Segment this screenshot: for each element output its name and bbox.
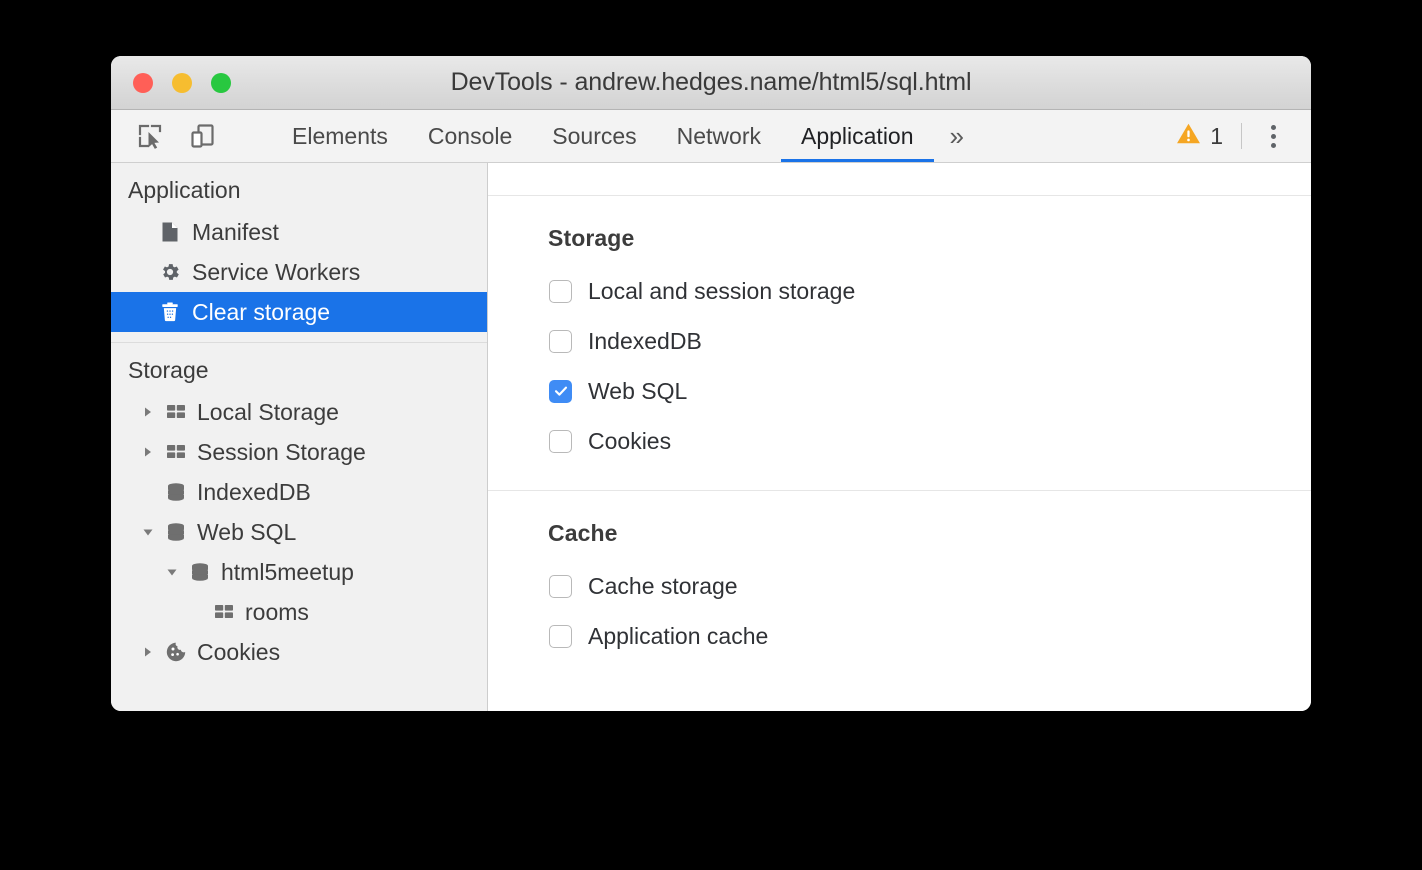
warning-indicator[interactable]: 1 — [1176, 121, 1241, 151]
tab-label: Network — [677, 123, 761, 150]
checkbox[interactable] — [549, 280, 572, 303]
warning-count: 1 — [1210, 123, 1223, 150]
toolbar-icon-group — [111, 110, 272, 162]
tree-item-label: Local Storage — [197, 399, 339, 426]
sidebar-item-label: Service Workers — [192, 259, 360, 286]
trash-icon — [159, 301, 181, 323]
kebab-dot — [1271, 134, 1276, 139]
chevron-right-icon[interactable] — [141, 445, 155, 459]
tabs-overflow-button[interactable]: » — [934, 110, 980, 162]
checkbox[interactable] — [549, 380, 572, 403]
tree-item-label: html5meetup — [221, 559, 354, 586]
checkbox[interactable] — [549, 330, 572, 353]
manifest-document-icon — [159, 221, 181, 243]
checkbox-label: Cache storage — [588, 573, 738, 600]
panel-toolbar — [488, 163, 1311, 196]
tab-console[interactable]: Console — [408, 110, 532, 162]
checkbox-row-cookies[interactable]: Cookies — [488, 416, 1311, 466]
close-button[interactable] — [133, 73, 153, 93]
storage-section: Storage Local and session storage Indexe… — [488, 196, 1311, 490]
tab-application[interactable]: Application — [781, 110, 934, 162]
cookie-icon — [165, 641, 187, 663]
kebab-menu-icon[interactable] — [1253, 116, 1293, 156]
tree-item-label: Session Storage — [197, 439, 366, 466]
tree-item-local-storage[interactable]: Local Storage — [111, 392, 487, 432]
sidebar-item-label: Manifest — [192, 219, 279, 246]
chevron-double-right-icon: » — [950, 121, 964, 152]
devtools-tabbar: Elements Console Sources Network Applica… — [111, 110, 1311, 163]
checkbox[interactable] — [549, 430, 572, 453]
table-icon — [165, 441, 187, 463]
traffic-lights — [133, 73, 231, 93]
chevron-down-icon[interactable] — [165, 565, 179, 579]
sidebar-section-storage-title: Storage — [111, 343, 487, 392]
kebab-dot — [1271, 143, 1276, 148]
checkbox-row-local-and-session-storage[interactable]: Local and session storage — [488, 266, 1311, 316]
checkbox-row-indexeddb[interactable]: IndexedDB — [488, 316, 1311, 366]
checkbox[interactable] — [549, 625, 572, 648]
database-icon — [165, 481, 187, 503]
application-sidebar: Application Manifest Service Workers — [111, 163, 488, 711]
clear-storage-panel: Storage Local and session storage Indexe… — [488, 163, 1311, 711]
chevron-down-icon[interactable] — [141, 525, 155, 539]
inspect-element-icon[interactable] — [133, 119, 167, 153]
tab-label: Sources — [552, 123, 636, 150]
gear-icon — [159, 261, 181, 283]
device-toolbar-icon[interactable] — [186, 119, 220, 153]
section-heading: Storage — [488, 225, 1311, 252]
tab-elements[interactable]: Elements — [272, 110, 408, 162]
minimize-button[interactable] — [172, 73, 192, 93]
tab-label: Application — [801, 123, 914, 150]
chevron-right-icon[interactable] — [141, 405, 155, 419]
warning-triangle-icon — [1176, 121, 1201, 151]
tree-item-label: rooms — [245, 599, 309, 626]
checkbox-row-application-cache[interactable]: Application cache — [488, 611, 1311, 661]
tree-item-session-storage[interactable]: Session Storage — [111, 432, 487, 472]
tab-network[interactable]: Network — [657, 110, 781, 162]
tree-item-label: Web SQL — [197, 519, 296, 546]
tree-item-label: Cookies — [197, 639, 280, 666]
tab-sources[interactable]: Sources — [532, 110, 656, 162]
table-icon — [213, 601, 235, 623]
tree-item-html5meetup[interactable]: html5meetup — [111, 552, 487, 592]
checkbox[interactable] — [549, 575, 572, 598]
checkbox-label: Application cache — [588, 623, 768, 650]
devtools-window: DevTools - andrew.hedges.name/html5/sql.… — [111, 56, 1311, 711]
checkbox-row-web-sql[interactable]: Web SQL — [488, 366, 1311, 416]
database-icon — [165, 521, 187, 543]
tree-item-label: IndexedDB — [197, 479, 311, 506]
panel-tabs: Elements Console Sources Network Applica… — [272, 110, 980, 162]
tab-label: Console — [428, 123, 512, 150]
chevron-right-icon[interactable] — [141, 645, 155, 659]
toolbar-divider — [1241, 123, 1242, 149]
tab-label: Elements — [292, 123, 388, 150]
tree-item-web-sql[interactable]: Web SQL — [111, 512, 487, 552]
window-title: DevTools - andrew.hedges.name/html5/sql.… — [111, 68, 1311, 97]
window-titlebar: DevTools - andrew.hedges.name/html5/sql.… — [111, 56, 1311, 110]
tree-item-cookies[interactable]: Cookies — [111, 632, 487, 672]
sidebar-item-service-workers[interactable]: Service Workers — [111, 252, 487, 292]
checkbox-row-cache-storage[interactable]: Cache storage — [488, 561, 1311, 611]
cache-section: Cache Cache storage Application cache — [488, 490, 1311, 685]
checkbox-label: Local and session storage — [588, 278, 855, 305]
zoom-button[interactable] — [211, 73, 231, 93]
devtools-body: Application Manifest Service Workers — [111, 163, 1311, 711]
section-heading: Cache — [488, 520, 1311, 547]
database-icon — [189, 561, 211, 583]
sidebar-item-label: Clear storage — [192, 299, 330, 326]
tree-item-indexeddb[interactable]: IndexedDB — [111, 472, 487, 512]
sidebar-item-clear-storage[interactable]: Clear storage — [111, 292, 487, 332]
kebab-dot — [1271, 125, 1276, 130]
table-icon — [165, 401, 187, 423]
sidebar-section-application-title: Application — [111, 163, 487, 212]
tree-item-rooms[interactable]: rooms — [111, 592, 487, 632]
checkmark-icon — [553, 383, 569, 399]
toolbar-right-group: 1 — [1176, 110, 1311, 162]
checkbox-label: IndexedDB — [588, 328, 702, 355]
checkbox-label: Web SQL — [588, 378, 687, 405]
checkbox-label: Cookies — [588, 428, 671, 455]
sidebar-item-manifest[interactable]: Manifest — [111, 212, 487, 252]
